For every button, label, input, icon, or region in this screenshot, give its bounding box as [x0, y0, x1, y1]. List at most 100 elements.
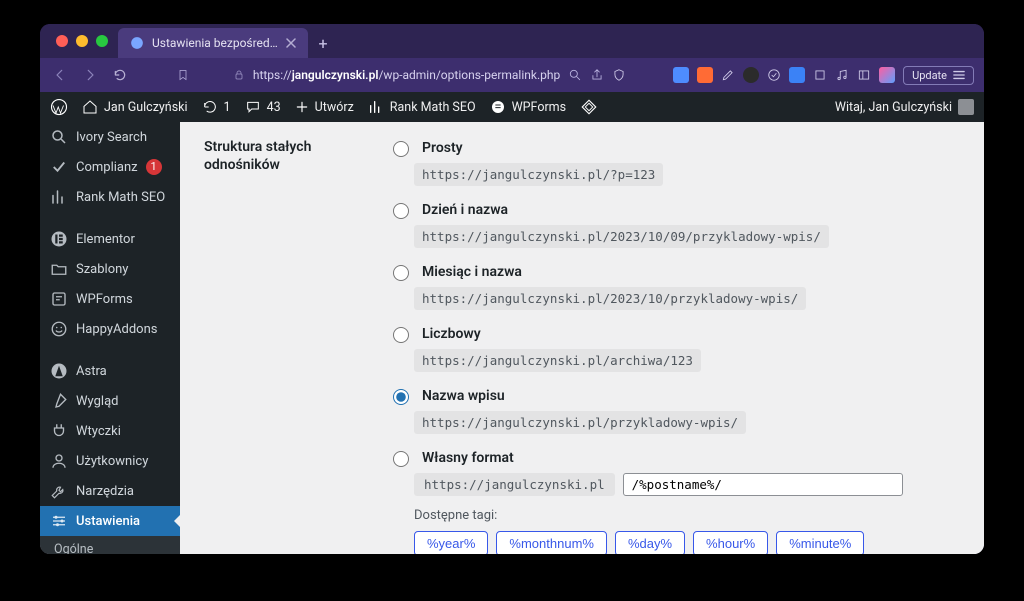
- tag-button[interactable]: %monthnum%: [496, 531, 607, 554]
- elementor-icon: [50, 230, 68, 248]
- extra-toolbar-icon[interactable]: [580, 98, 598, 116]
- sidebar-item-wpforms[interactable]: WPForms: [40, 284, 180, 314]
- sidebar-item-settings[interactable]: Ustawienia: [40, 506, 180, 536]
- minimize-window-button[interactable]: [76, 35, 88, 47]
- menu-icon: [953, 70, 965, 80]
- chart-bar-icon: [50, 188, 68, 206]
- permalink-radio-month[interactable]: [393, 265, 409, 281]
- greeting-text: Witaj, Jan Gulczyński: [835, 100, 952, 115]
- permalink-option-label[interactable]: Miesiąc i nazwa: [422, 264, 522, 280]
- permalink-option-label[interactable]: Nazwa wpisu: [422, 388, 505, 404]
- forward-button[interactable]: [80, 65, 100, 85]
- sidebar-item-plugins[interactable]: Wtyczki: [40, 416, 180, 446]
- permalink-radio-numeric[interactable]: [393, 327, 409, 343]
- close-window-button[interactable]: [56, 35, 68, 47]
- folder-icon: [50, 260, 68, 278]
- back-button[interactable]: [50, 65, 70, 85]
- extension-icon[interactable]: [789, 67, 805, 83]
- pencil-icon[interactable]: [721, 68, 735, 82]
- tag-button[interactable]: %minute%: [776, 531, 864, 554]
- site-link[interactable]: Jan Gulczyński: [82, 99, 188, 115]
- sidebar-item-label: Ustawienia: [76, 514, 140, 529]
- wp-body: Ivory Search Complianz 1 Rank Math SEO E…: [40, 122, 984, 554]
- update-button[interactable]: Update: [903, 66, 974, 85]
- permalink-option-month: Miesiąc i nazwahttps://jangulczynski.pl/…: [388, 262, 960, 310]
- check-icon: [50, 158, 68, 176]
- permalink-option-dayname: Dzień i nazwa https://jangulczynski.pl/20…: [388, 200, 960, 248]
- comments-link[interactable]: 43: [245, 99, 281, 115]
- search-icon[interactable]: [568, 68, 582, 82]
- updates-link[interactable]: 1: [202, 99, 231, 115]
- permalink-radio-simple[interactable]: [393, 141, 409, 157]
- permalink-example: https://jangulczynski.pl/2023/10/09/przy…: [414, 225, 829, 248]
- section-title: Struktura stałych odnośników: [204, 138, 388, 174]
- sidebar-item-appearance[interactable]: Wygląd: [40, 386, 180, 416]
- shield-icon[interactable]: [612, 68, 626, 82]
- bookmark-icon[interactable]: [177, 69, 189, 81]
- tag-button[interactable]: %hour%: [693, 531, 768, 554]
- page-viewport: Jan Gulczyński 1 43 Utwórz Rank Math SEO…: [40, 92, 984, 554]
- permalink-options: Prosty https://jangulczynski.pl/?p=123 Dzi…: [388, 138, 960, 554]
- submenu-label: Ogólne: [54, 542, 93, 554]
- diamond-icon: [580, 98, 598, 116]
- sidebar-item-label: Astra: [76, 364, 107, 379]
- sidebar-item-rankmath[interactable]: Rank Math SEO: [40, 182, 180, 212]
- sidebar-item-elementor[interactable]: Elementor: [40, 224, 180, 254]
- form-icon: [50, 290, 68, 308]
- sidebar-item-astra[interactable]: Astra: [40, 356, 180, 386]
- wpforms-link[interactable]: WPForms: [490, 99, 567, 115]
- sidebar-item-users[interactable]: Użytkownicy: [40, 446, 180, 476]
- music-icon[interactable]: [835, 68, 849, 82]
- sidebar-item-label: Użytkownicy: [76, 454, 148, 469]
- new-content-link[interactable]: Utwórz: [295, 100, 354, 115]
- sidebar-icon[interactable]: [857, 68, 871, 82]
- submenu-item-general[interactable]: Ogólne: [40, 536, 180, 554]
- custom-permalink-input[interactable]: [623, 473, 903, 496]
- reload-button[interactable]: [110, 65, 130, 85]
- account-link[interactable]: Witaj, Jan Gulczyński: [835, 99, 974, 115]
- permalink-radio-postname[interactable]: [393, 389, 409, 405]
- check-circle-icon[interactable]: [767, 68, 781, 82]
- chevron-right-icon: [83, 68, 97, 82]
- tag-button[interactable]: %year%: [414, 531, 488, 554]
- chevron-left-icon: [53, 68, 67, 82]
- extension-icon[interactable]: [697, 67, 713, 83]
- wordpress-logo-icon: [50, 98, 68, 116]
- sidebar-item-happyaddons[interactable]: HappyAddons: [40, 314, 180, 344]
- permalink-option-label[interactable]: Dzień i nazwa: [422, 202, 508, 218]
- url-bar[interactable]: https://jangulczynski.pl/wp-admin/option…: [140, 62, 663, 88]
- tag-button[interactable]: %day%: [615, 531, 685, 554]
- extension-icon[interactable]: [879, 67, 895, 83]
- puzzle-icon[interactable]: [813, 68, 827, 82]
- sidebar-item-label: Complianz: [76, 160, 138, 175]
- search-icon: [50, 128, 68, 146]
- share-icon[interactable]: [590, 68, 604, 82]
- extension-icon[interactable]: [743, 67, 759, 83]
- sidebar-item-label: Narzędzia: [76, 484, 134, 499]
- sidebar-item-label: Elementor: [76, 232, 135, 247]
- permalink-option-label[interactable]: Własny format: [422, 450, 514, 466]
- extension-icons: Update: [673, 66, 974, 85]
- sidebar-item-label: Ivory Search: [76, 130, 147, 145]
- wp-logo[interactable]: [50, 98, 68, 116]
- permalink-option-simple: Prosty https://jangulczynski.pl/?p=123: [388, 138, 960, 186]
- astra-icon: [50, 362, 68, 380]
- sidebar-item-complianz[interactable]: Complianz 1: [40, 152, 180, 182]
- sidebar-item-label: WPForms: [76, 292, 133, 307]
- sidebar-item-ivory-search[interactable]: Ivory Search: [40, 122, 180, 152]
- permalink-example: https://jangulczynski.pl/?p=123: [414, 163, 663, 186]
- new-tab-button[interactable]: +: [308, 28, 338, 58]
- extension-icon[interactable]: [673, 67, 689, 83]
- sidebar-item-templates[interactable]: Szablony: [40, 254, 180, 284]
- plug-icon: [50, 422, 68, 440]
- permalink-radio-custom[interactable]: [393, 451, 409, 467]
- permalink-option-label[interactable]: Prosty: [422, 140, 463, 156]
- permalink-option-label[interactable]: Liczbowy: [422, 326, 481, 342]
- tab-close-icon[interactable]: [286, 38, 296, 48]
- rankmath-link[interactable]: Rank Math SEO: [368, 99, 476, 115]
- reload-icon: [113, 68, 127, 82]
- maximize-window-button[interactable]: [96, 35, 108, 47]
- sidebar-item-tools[interactable]: Narzędzia: [40, 476, 180, 506]
- browser-tab[interactable]: Ustawienia bezpośrednich odn…: [118, 28, 308, 58]
- permalink-radio-dayname[interactable]: [393, 203, 409, 219]
